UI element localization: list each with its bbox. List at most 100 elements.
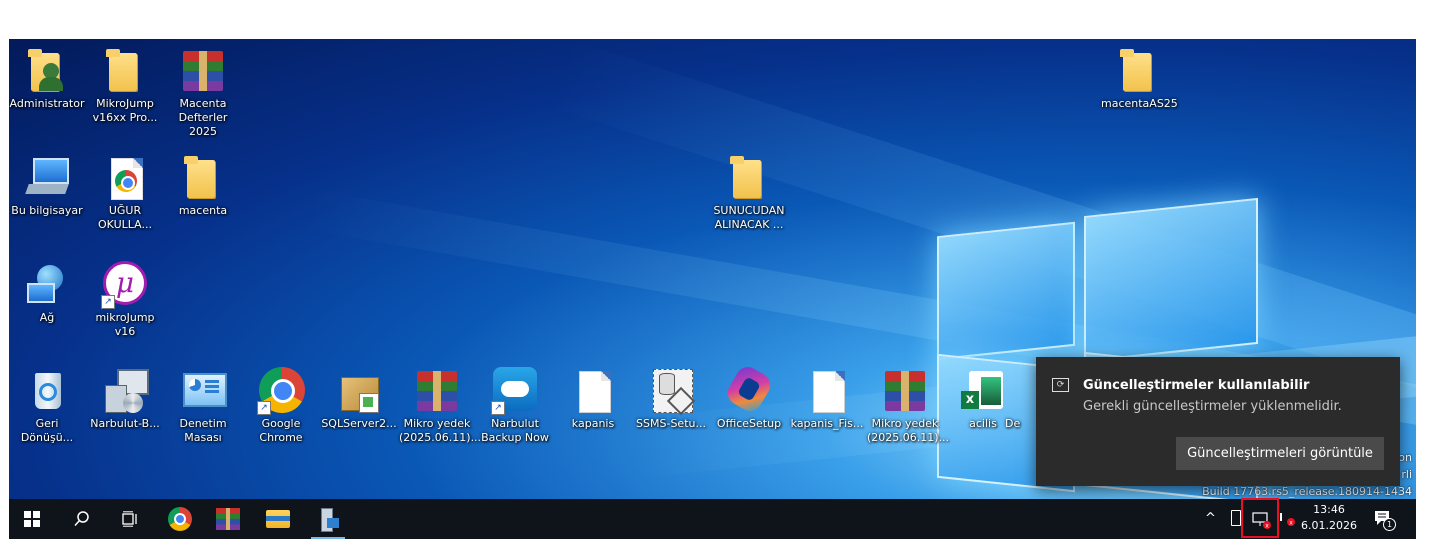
file-icon bbox=[569, 367, 617, 415]
start-button[interactable] bbox=[9, 499, 55, 539]
desktop-icon-ag[interactable]: Ağ bbox=[9, 261, 85, 325]
installer-icon bbox=[101, 367, 149, 415]
notification-count-badge: 1 bbox=[1383, 518, 1396, 531]
desktop-icon-narbulut-b[interactable]: Narbulut-B... bbox=[87, 367, 163, 431]
desktop-icon-label: Geri Dönüşü... bbox=[20, 417, 74, 444]
chrome-icon: ↗ bbox=[257, 367, 305, 415]
usb-icon[interactable] bbox=[1231, 510, 1241, 526]
svg-text:x: x bbox=[1265, 523, 1269, 530]
desktop-icon-label: UĞUR OKULLA... bbox=[98, 204, 152, 231]
desktop-icon-officesetup[interactable]: OfficeSetup bbox=[711, 362, 787, 431]
taskbar-winrar[interactable] bbox=[205, 499, 251, 539]
task-view-icon bbox=[122, 511, 137, 527]
desktop-icon-google-chrome[interactable]: ↗ Google Chrome bbox=[243, 367, 319, 445]
watermark-line: rli bbox=[1401, 468, 1412, 481]
desktop-icon-label: SQLServer2... bbox=[321, 417, 397, 430]
desktop-icon-macenta[interactable]: macenta bbox=[165, 154, 241, 218]
desktop-icon-label: MikroJump v16xx Pro... bbox=[92, 97, 158, 124]
taskbar-chrome[interactable] bbox=[157, 499, 203, 539]
winrar-icon bbox=[179, 47, 227, 95]
show-hidden-icons-button[interactable]: ^ bbox=[1205, 511, 1216, 526]
desktop-screen: Administrator MikroJump v16xx Pro... Mac… bbox=[9, 39, 1416, 539]
computer-icon bbox=[23, 154, 71, 202]
cloud-backup-icon: ↗ bbox=[491, 367, 539, 415]
clock-date: 6.01.2026 bbox=[1301, 519, 1357, 532]
desktop-icon-label: Mikro yedek (2025.06.11)... bbox=[867, 417, 950, 444]
desktop-icon-label: kapanis bbox=[571, 417, 615, 430]
highlighted-network-tray[interactable]: x bbox=[1241, 498, 1279, 538]
volume-muted-icon[interactable]: x bbox=[1279, 509, 1297, 527]
taskbar-file-explorer[interactable] bbox=[255, 499, 301, 539]
desktop-icon-label: Ağ bbox=[39, 311, 55, 324]
recycle-bin-icon bbox=[23, 367, 71, 415]
chrome-icon bbox=[168, 507, 192, 531]
network-disconnected-icon: x bbox=[1252, 512, 1271, 530]
desktop-icon-sunucudan-alinacak[interactable]: SUNUCUDAN ALINACAK ... bbox=[711, 154, 787, 232]
folder-icon bbox=[179, 154, 227, 202]
file-icon bbox=[803, 367, 851, 415]
desktop-icon-label: Bu bilgisayar bbox=[11, 204, 83, 217]
notification-title: Güncelleştirmeler kullanılabilir bbox=[1083, 378, 1310, 393]
watermark-build: Build 17763.rs5_release.180914-1434 bbox=[1202, 485, 1412, 498]
file-explorer-icon bbox=[266, 510, 290, 528]
desktop-icon-label: macentaAS25 bbox=[1101, 97, 1178, 110]
desktop-icon-label: SUNUCUDAN ALINACAK ... bbox=[713, 204, 785, 231]
desktop-icon-geri-donusum[interactable]: Geri Dönüşü... bbox=[9, 367, 85, 445]
taskbar-server-manager[interactable] bbox=[305, 499, 351, 539]
desktop-icon-mikro-yedek-2[interactable]: Mikro yedek (2025.06.11)... bbox=[867, 367, 950, 445]
desktop-icon-bu-bilgisayar[interactable]: Bu bilgisayar bbox=[9, 154, 85, 218]
view-updates-button[interactable]: Güncelleştirmeleri görüntüle bbox=[1176, 437, 1384, 470]
desktop-icon-mikro-yedek-1[interactable]: Mikro yedek (2025.06.11)... bbox=[399, 367, 482, 445]
windows-logo-pane bbox=[937, 221, 1075, 361]
mikro-icon: μ ↗ bbox=[101, 261, 149, 309]
user-folder-icon bbox=[23, 47, 71, 95]
desktop-icon-label: macenta bbox=[178, 204, 228, 217]
network-icon bbox=[23, 261, 71, 309]
desktop-icon-administrator[interactable]: Administrator bbox=[9, 47, 85, 111]
desktop-icon-kapanis[interactable]: kapanis bbox=[555, 367, 631, 431]
office-icon bbox=[723, 362, 775, 416]
winrar-icon bbox=[881, 367, 929, 415]
svg-text:x: x bbox=[1289, 520, 1293, 527]
desktop-icon-sqlserver[interactable]: SQLServer2... bbox=[321, 367, 397, 431]
desktop-icon-label: Administrator bbox=[9, 97, 85, 110]
desktop-icon-label: SSMS-Setu... bbox=[636, 417, 706, 430]
task-view-button[interactable] bbox=[107, 499, 153, 539]
desktop-icon-kapanis-fis[interactable]: kapanis_Fis... bbox=[789, 367, 865, 431]
desktop-icon-label: Google Chrome bbox=[259, 417, 303, 444]
update-icon: ⟳ bbox=[1052, 378, 1069, 392]
desktop-icon-label: OfficeSetup bbox=[716, 417, 782, 430]
winrar-icon bbox=[413, 367, 461, 415]
clock[interactable]: 13:46 6.01.2026 bbox=[1301, 502, 1357, 534]
desktop-icon-label: Narbulut-B... bbox=[90, 417, 160, 430]
winrar-icon bbox=[216, 508, 240, 530]
desktop-icon-label: mikroJump v16 bbox=[95, 311, 155, 338]
server-manager-icon bbox=[317, 508, 339, 532]
notification-body: Gerekli güncelleştirmeler yüklenmelidir. bbox=[1083, 399, 1342, 414]
update-notification[interactable]: ⟳ Güncelleştirmeler kullanılabilir Gerek… bbox=[1036, 357, 1400, 486]
search-icon bbox=[74, 511, 89, 527]
control-panel-icon bbox=[179, 367, 227, 415]
desktop-icon-label: Narbulut Backup Now bbox=[481, 417, 549, 444]
desktop-icon-denetim-masasi[interactable]: Denetim Masası bbox=[165, 367, 241, 445]
chrome-file-icon bbox=[101, 154, 149, 202]
desktop-icon-label: kapanis_Fis... bbox=[790, 417, 864, 430]
desktop-icon-ugur-okulla[interactable]: UĞUR OKULLA... bbox=[87, 154, 163, 232]
desktop-icon-mikrojump-v16[interactable]: μ ↗ mikroJump v16 bbox=[87, 261, 163, 339]
package-icon bbox=[335, 367, 383, 415]
folder-icon bbox=[1115, 47, 1163, 95]
desktop-icon-label: Mikro yedek (2025.06.11)... bbox=[399, 417, 482, 444]
desktop-icon-macentaas25[interactable]: macentaAS25 bbox=[1101, 47, 1178, 111]
folder-icon bbox=[725, 154, 773, 202]
desktop-icon-narbulut-backup-now[interactable]: ↗ Narbulut Backup Now bbox=[477, 367, 553, 445]
watermark-line: on bbox=[1398, 451, 1412, 464]
search-button[interactable] bbox=[59, 499, 105, 539]
action-center-button[interactable]: 1 bbox=[1373, 508, 1396, 531]
desktop-icon-label: Macenta Defterler 2025 bbox=[178, 97, 228, 138]
folder-icon bbox=[101, 47, 149, 95]
desktop-icon-macenta-defterler[interactable]: Macenta Defterler 2025 bbox=[165, 47, 241, 139]
desktop-icon-ssms-setup[interactable]: SSMS-Setu... bbox=[633, 367, 709, 431]
desktop-icon-mikrojump-folder[interactable]: MikroJump v16xx Pro... bbox=[87, 47, 163, 125]
taskbar: ^ x x 13:46 6.01.2026 1 bbox=[9, 498, 1416, 539]
ssms-icon bbox=[647, 367, 696, 416]
